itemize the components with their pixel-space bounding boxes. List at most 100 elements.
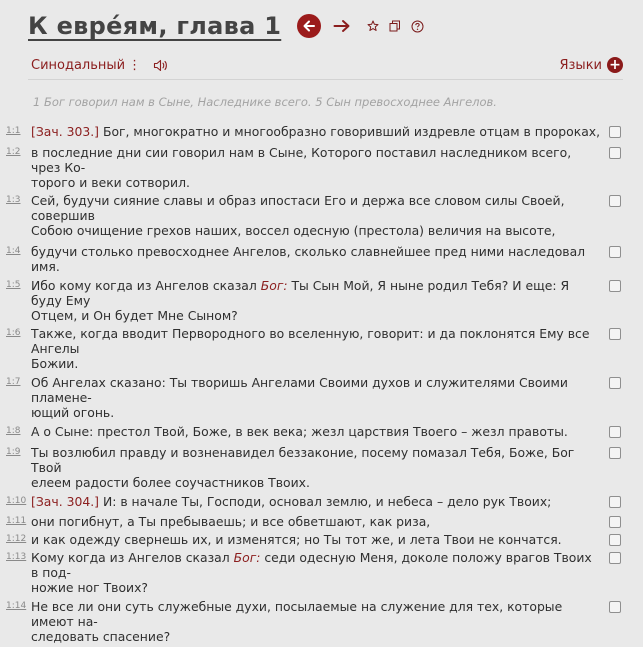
verse-text: Об Ангелах сказано: Ты творишь Ангелами … <box>31 375 601 420</box>
verse-line: в последние дни сии говорил нам в Сыне, … <box>31 145 601 175</box>
verse-checkbox[interactable] <box>609 516 621 528</box>
verse-line: ножие ног Твоих? <box>31 580 601 595</box>
verse-line: Отцем, и Он будет Мне Сыном? <box>31 308 601 323</box>
verse-line: ющий огонь. <box>31 405 601 420</box>
verse-row: 1:10 [Зач. 304.] И: в начале Ты, Господи,… <box>0 494 643 509</box>
verse-text-segment: Бог, многократно и многообразно говоривш… <box>99 124 601 139</box>
arrow-left-circle-icon[interactable] <box>297 14 322 38</box>
verse-line: [Зач. 303.] Бог, многократно и многообра… <box>31 124 601 139</box>
inserted-word: Бог: <box>233 550 261 565</box>
add-language-icon[interactable]: + <box>607 57 623 73</box>
verse-row: 1:5 Ибо кому когда из Ангелов сказал Бог:… <box>0 278 643 323</box>
verse-number-link[interactable]: 1:14 <box>6 601 26 611</box>
verse-line: Об Ангелах сказано: Ты творишь Ангелами … <box>31 375 601 405</box>
languages-link[interactable]: Языки <box>559 58 602 73</box>
verse-number-link[interactable]: 1:3 <box>6 195 20 205</box>
verse-line: и как одежду свернешь их, и изменятся; н… <box>31 532 601 547</box>
verse-row: 1:13 Кому когда из Ангелов сказал Бог: се… <box>0 550 643 595</box>
more-vertical-icon[interactable]: ⋮ <box>128 58 141 73</box>
verse-text: [Зач. 304.] И: в начале Ты, Господи, осн… <box>31 494 601 509</box>
verse-number-link[interactable]: 1:4 <box>6 246 20 256</box>
header-icons <box>297 14 424 38</box>
header: К евре́ям, глава 1 <box>28 6 424 46</box>
verse-checkbox[interactable] <box>609 534 621 546</box>
verse-row: 1:2 в последние дни сии говорил нам в Сын… <box>0 145 643 190</box>
verse-text-segment: торого и веки сотворил. <box>31 175 190 190</box>
verse-checkbox[interactable] <box>609 447 621 459</box>
verse-row: 1:11 они погибнут, а Ты пребываешь; и все… <box>0 514 643 529</box>
verse-checkbox[interactable] <box>609 496 621 508</box>
verse-text-segment: в последние дни сии говорил нам в Сыне, … <box>31 145 572 175</box>
verse-line: они погибнут, а Ты пребываешь; и все обв… <box>31 514 601 529</box>
verse-number-link[interactable]: 1:5 <box>6 280 20 290</box>
verse-line: Собою очищение грехов наших, воссел одес… <box>31 223 601 238</box>
help-icon[interactable] <box>411 20 424 33</box>
verse-text: будучи столько превосходнее Ангелов, ско… <box>31 244 601 274</box>
verse-line: [Зач. 304.] И: в начале Ты, Господи, осн… <box>31 494 601 509</box>
star-icon[interactable] <box>367 20 379 32</box>
verse-text-segment: они погибнут, а Ты пребываешь; и все обв… <box>31 514 431 529</box>
verse-line: елеем радости более соучастников Твоих. <box>31 475 601 490</box>
verse-number-link[interactable]: 1:6 <box>6 328 20 338</box>
copy-icon[interactable] <box>389 20 401 32</box>
verse-text-segment: следовать спасение? <box>31 629 171 644</box>
verse-text: Ты возлюбил правду и возненавидел беззак… <box>31 445 601 490</box>
verse-line: А о Сыне: престол Твой, Боже, в век века… <box>31 424 601 439</box>
verse-row: 1:8 А о Сыне: престол Твой, Боже, в век в… <box>0 424 643 439</box>
verse-line: торого и веки сотворил. <box>31 175 601 190</box>
arrow-right-icon[interactable] <box>333 18 351 34</box>
verse-number-link[interactable]: 1:2 <box>6 147 20 157</box>
verse-text-segment: Об Ангелах сказано: Ты творишь Ангелами … <box>31 375 568 405</box>
chapter-summary: 1 Бог говорил нам в Сыне, Наследнике все… <box>33 95 497 109</box>
verse-line: Сей, будучи сияние славы и образ ипостас… <box>31 193 601 223</box>
verse-text: и как одежду свернешь их, и изменятся; н… <box>31 532 601 547</box>
verse-text-segment: Отцем, и Он будет Мне Сыном? <box>31 308 238 323</box>
verse-text: Кому когда из Ангелов сказал Бог: седи о… <box>31 550 601 595</box>
verse-row: 1:4 будучи столько превосходнее Ангелов, … <box>0 244 643 274</box>
verse-text: [Зач. 303.] Бог, многократно и многообра… <box>31 124 601 139</box>
verse-number-link[interactable]: 1:12 <box>6 534 26 544</box>
verse-checkbox[interactable] <box>609 126 621 138</box>
verse-number-link[interactable]: 1:9 <box>6 447 20 457</box>
verse-checkbox[interactable] <box>609 426 621 438</box>
verse-checkbox[interactable] <box>609 377 621 389</box>
verse-row: 1:14 Не все ли они суть служебные духи, п… <box>0 599 643 644</box>
verse-checkbox[interactable] <box>609 601 621 613</box>
verse-checkbox[interactable] <box>609 246 621 258</box>
verse-list: 1:1 [Зач. 303.] Бог, многократно и многоо… <box>0 124 643 647</box>
verse-row: 1:12 и как одежду свернешь их, и изменятс… <box>0 532 643 547</box>
verse-text-segment: Также, когда вводит Первородного во всел… <box>31 326 590 356</box>
verse-text-segment: елеем радости более соучастников Твоих. <box>31 475 310 490</box>
verse-number-link[interactable]: 1:1 <box>6 126 20 136</box>
speaker-icon[interactable] <box>153 59 169 72</box>
page-title[interactable]: К евре́ям, глава 1 <box>28 12 281 40</box>
verse-text-segment: Ибо кому когда из Ангелов сказал <box>31 278 261 293</box>
verse-number-link[interactable]: 1:13 <box>6 552 26 562</box>
verse-checkbox[interactable] <box>609 195 621 207</box>
verse-checkbox[interactable] <box>609 552 621 564</box>
verse-checkbox[interactable] <box>609 147 621 159</box>
verse-text-segment: Собою очищение грехов наших, воссел одес… <box>31 223 556 238</box>
verse-text: в последние дни сии говорил нам в Сыне, … <box>31 145 601 190</box>
verse-line: Не все ли они суть служебные духи, посыл… <box>31 599 601 629</box>
verse-text-segment: А о Сыне: престол Твой, Боже, в век века… <box>31 424 568 439</box>
verse-row: 1:1 [Зач. 303.] Бог, многократно и многоо… <box>0 124 643 139</box>
verse-text: Также, когда вводит Первородного во всел… <box>31 326 601 371</box>
divider <box>28 79 623 80</box>
verse-number-link[interactable]: 1:7 <box>6 377 20 387</box>
verse-row: 1:9 Ты возлюбил правду и возненавидел без… <box>0 445 643 490</box>
verse-line: следовать спасение? <box>31 629 601 644</box>
verse-checkbox[interactable] <box>609 280 621 292</box>
translation-selector[interactable]: Синодальный <box>31 58 125 73</box>
verse-checkbox[interactable] <box>609 328 621 340</box>
zachalo-marker: [Зач. 304.] <box>31 494 99 509</box>
verse-text-segment: Кому когда из Ангелов сказал <box>31 550 234 565</box>
verse-text-segment: ющий огонь. <box>31 405 115 420</box>
verse-number-link[interactable]: 1:11 <box>6 516 26 526</box>
verse-text-segment: Ты возлюбил правду и возненавидел беззак… <box>31 445 575 475</box>
verse-number-link[interactable]: 1:8 <box>6 426 20 436</box>
verse-text: Сей, будучи сияние славы и образ ипостас… <box>31 193 601 238</box>
verse-row: 1:7 Об Ангелах сказано: Ты творишь Ангела… <box>0 375 643 420</box>
verse-text-segment: Не все ли они суть служебные духи, посыл… <box>31 599 563 629</box>
verse-text-segment: ножие ног Твоих? <box>31 580 149 595</box>
